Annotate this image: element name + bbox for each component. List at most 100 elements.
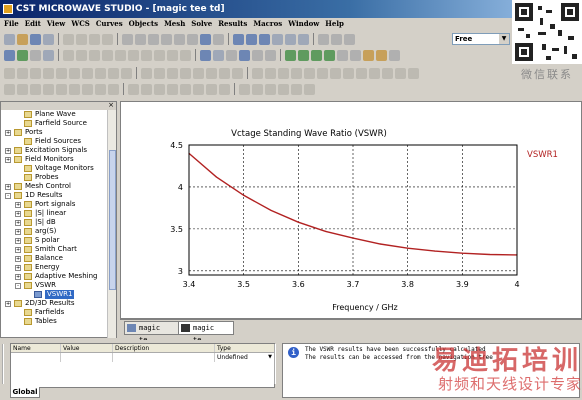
measure-icon[interactable] xyxy=(344,33,355,45)
expand-icon[interactable]: + xyxy=(15,202,21,208)
disabled-tool-icon[interactable] xyxy=(180,83,191,95)
disabled-tool-icon[interactable] xyxy=(167,83,178,95)
disabled-tool-icon[interactable] xyxy=(154,83,165,95)
param-description-cell[interactable] xyxy=(113,353,215,362)
tree-item[interactable]: + Field Monitors xyxy=(3,155,107,164)
expand-icon[interactable]: + xyxy=(15,238,21,244)
curve-icon[interactable] xyxy=(30,49,41,61)
tree-item[interactable]: - 1D Results xyxy=(3,191,107,200)
chevron-down-icon[interactable]: ▼ xyxy=(268,353,272,362)
disabled-tool-icon[interactable] xyxy=(121,67,132,79)
expand-icon[interactable]: + xyxy=(5,184,11,190)
menu-objects[interactable]: Objects xyxy=(129,18,158,30)
column-value[interactable]: Value xyxy=(61,344,113,352)
disabled-tool-icon[interactable] xyxy=(232,67,243,79)
tree-item[interactable]: + |S| linear xyxy=(3,209,107,218)
expand-icon[interactable]: + xyxy=(5,301,11,307)
param-value-cell[interactable] xyxy=(61,353,113,362)
symmetry-icon[interactable] xyxy=(350,49,361,61)
expand-icon[interactable]: + xyxy=(15,229,21,235)
disabled-tool-icon[interactable] xyxy=(408,67,419,79)
pan-icon[interactable] xyxy=(174,33,185,45)
solver-icon[interactable] xyxy=(239,49,250,61)
open-folder-icon[interactable] xyxy=(17,33,28,45)
disabled-tool-icon[interactable] xyxy=(219,83,230,95)
tree-item[interactable]: + Port signals xyxy=(3,200,107,209)
disabled-tool-icon[interactable] xyxy=(206,67,217,79)
tree-item[interactable]: Voltage Monitors xyxy=(3,164,107,173)
tree-item[interactable]: + Smith Chart xyxy=(3,245,107,254)
tab-global[interactable]: Global xyxy=(10,387,40,398)
expand-icon[interactable]: + xyxy=(15,274,21,280)
disabled-tool-icon[interactable] xyxy=(43,67,54,79)
cut-icon[interactable] xyxy=(63,33,74,45)
menu-help[interactable]: Help xyxy=(325,18,344,30)
expand-icon[interactable]: + xyxy=(5,157,11,163)
tree-item[interactable]: VSWR1 xyxy=(3,290,107,299)
column-type[interactable]: Type xyxy=(215,344,274,352)
tree-item[interactable]: + arg(S) xyxy=(3,227,107,236)
disabled-tool-icon[interactable] xyxy=(4,83,15,95)
disabled-tool-icon[interactable] xyxy=(108,67,119,79)
disabled-tool-icon[interactable] xyxy=(291,67,302,79)
tree-item[interactable]: - VSWR xyxy=(3,281,107,290)
menu-curves[interactable]: Curves xyxy=(96,18,123,30)
menu-mesh[interactable]: Mesh xyxy=(164,18,185,30)
expand-icon[interactable]: + xyxy=(15,256,21,262)
scrollbar-thumb[interactable] xyxy=(109,150,116,290)
menu-wcs[interactable]: WCS xyxy=(71,18,90,30)
expand-icon[interactable]: + xyxy=(15,211,21,217)
column-description[interactable]: Description xyxy=(113,344,215,352)
align-icon[interactable] xyxy=(331,33,342,45)
disabled-tool-icon[interactable] xyxy=(128,49,139,61)
redo-icon[interactable] xyxy=(135,33,146,45)
menu-macros[interactable]: Macros xyxy=(253,18,282,30)
disabled-tool-icon[interactable] xyxy=(95,83,106,95)
disabled-tool-icon[interactable] xyxy=(304,83,315,95)
units-icon[interactable] xyxy=(376,49,387,61)
close-icon[interactable]: × xyxy=(108,101,114,109)
disabled-tool-icon[interactable] xyxy=(154,49,165,61)
view-front-icon[interactable] xyxy=(233,33,244,45)
param-type-cell[interactable]: Undefined ▼ xyxy=(215,353,274,362)
disabled-tool-icon[interactable] xyxy=(128,83,139,95)
view-iso-icon[interactable] xyxy=(272,33,283,45)
tab-magic-tee-2[interactable]: magic te... xyxy=(178,321,234,344)
pane-grip[interactable] xyxy=(2,344,8,384)
disabled-tool-icon[interactable] xyxy=(304,67,315,79)
collapse-icon[interactable]: - xyxy=(15,283,21,289)
disabled-tool-icon[interactable] xyxy=(154,67,165,79)
disabled-tool-icon[interactable] xyxy=(4,67,15,79)
menu-window[interactable]: Window xyxy=(288,18,319,30)
undo-icon[interactable] xyxy=(122,33,133,45)
expand-icon[interactable]: + xyxy=(15,220,21,226)
pane-grip[interactable] xyxy=(274,344,280,384)
frequency-icon[interactable] xyxy=(389,49,400,61)
disabled-tool-icon[interactable] xyxy=(141,83,152,95)
disabled-tool-icon[interactable] xyxy=(206,83,217,95)
disabled-tool-icon[interactable] xyxy=(278,83,289,95)
tree-item[interactable]: Plane Wave xyxy=(3,110,107,119)
expand-icon[interactable]: + xyxy=(5,130,11,136)
view-mode-select[interactable]: Free ▼ xyxy=(452,33,510,45)
material-icon[interactable] xyxy=(363,49,374,61)
chevron-down-icon[interactable]: ▼ xyxy=(499,34,509,44)
expand-icon[interactable]: + xyxy=(15,265,21,271)
menu-edit[interactable]: Edit xyxy=(25,18,41,30)
tree-item[interactable]: Tables xyxy=(3,317,107,326)
new-file-icon[interactable] xyxy=(4,33,15,45)
disabled-tool-icon[interactable] xyxy=(102,49,113,61)
disabled-tool-icon[interactable] xyxy=(30,67,41,79)
tab-magic-tee-1[interactable]: magic te... xyxy=(124,321,180,344)
disabled-tool-icon[interactable] xyxy=(63,49,74,61)
disabled-tool-icon[interactable] xyxy=(69,83,80,95)
disabled-tool-icon[interactable] xyxy=(141,49,152,61)
disabled-tool-icon[interactable] xyxy=(56,67,67,79)
disabled-tool-icon[interactable] xyxy=(17,67,28,79)
tree-item[interactable]: + Balance xyxy=(3,254,107,263)
monitor-icon[interactable] xyxy=(200,49,211,61)
view-reset-icon[interactable] xyxy=(285,33,296,45)
print-icon[interactable] xyxy=(43,33,54,45)
tree-item[interactable]: + Ports xyxy=(3,128,107,137)
disabled-tool-icon[interactable] xyxy=(330,67,341,79)
